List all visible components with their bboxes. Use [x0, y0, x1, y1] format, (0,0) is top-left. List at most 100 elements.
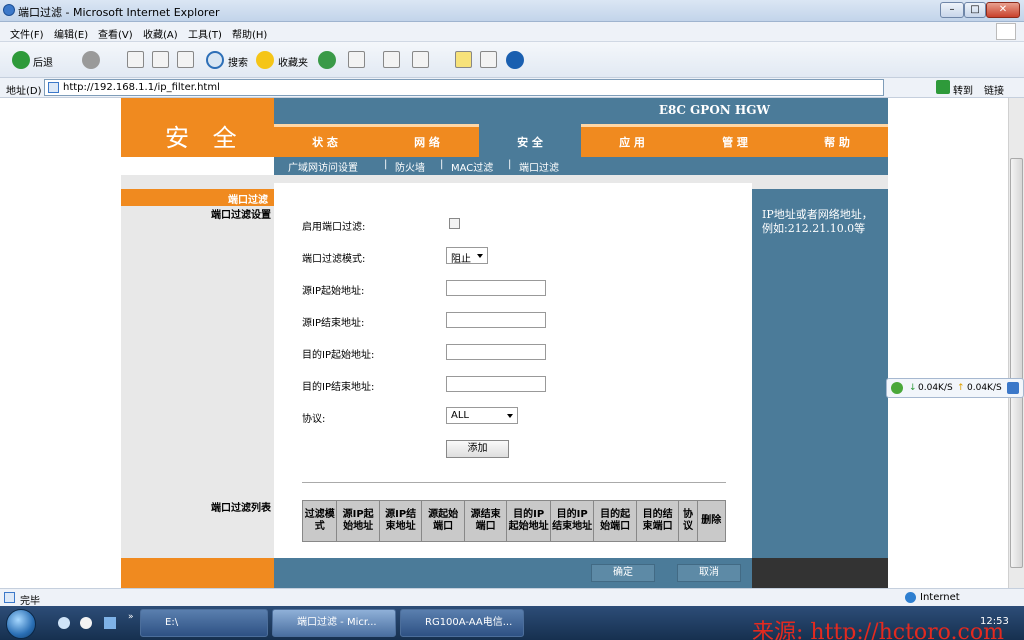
back-icon[interactable] [12, 51, 30, 69]
task-ie-window[interactable]: 端口过滤 - Micr... [272, 609, 396, 637]
history-icon[interactable] [318, 51, 336, 69]
address-label: 地址(D) [6, 86, 42, 97]
close-button[interactable]: ✕ [986, 2, 1020, 18]
col-dst-ip-start: 目的IP起始地址 [506, 500, 551, 542]
src-ip-start-input[interactable] [446, 280, 546, 296]
subnav-wan-access[interactable]: 广域网访问设置 [288, 159, 358, 174]
address-bar: 地址(D) http://192.168.1.1/ip_filter.html … [0, 78, 1024, 98]
col-src-port-start: 源起始端口 [421, 500, 465, 542]
nav-help[interactable]: 帮 助 [786, 124, 888, 157]
page-icon [48, 82, 59, 93]
subnav-port-filter[interactable]: 端口过滤 [519, 159, 559, 174]
links-button[interactable]: 链接 [984, 82, 1004, 97]
edit-icon[interactable] [412, 51, 429, 68]
filter-table: 过滤模式 源IP起始地址 源IP结束地址 源起始端口 源结束端口 目的IP起始地… [301, 500, 727, 542]
nav-application[interactable]: 应 用 [581, 124, 683, 157]
menu-edit[interactable]: 编辑(E) [54, 26, 88, 41]
footer-right [752, 558, 888, 588]
mode-label: 端口过滤模式: [302, 254, 366, 265]
cancel-button[interactable]: 取消 [677, 564, 741, 582]
left-menu-current-label[interactable]: 端口过滤 [228, 191, 268, 206]
section-logo: 安 全 [121, 98, 274, 157]
settings-heading: 端口过滤设置 [211, 210, 271, 221]
nav-security[interactable]: 安 全 [479, 124, 581, 157]
address-input[interactable]: http://192.168.1.1/ip_filter.html [44, 79, 884, 96]
notes-icon[interactable] [455, 51, 472, 68]
col-mode: 过滤模式 [301, 500, 338, 542]
scrollbar-thumb[interactable] [1010, 158, 1023, 568]
enable-checkbox[interactable] [449, 218, 460, 229]
research-icon[interactable] [480, 51, 497, 68]
stop-icon[interactable] [127, 51, 144, 68]
mode-select[interactable]: 阻止 [446, 247, 488, 265]
home-icon[interactable] [177, 51, 194, 68]
upload-arrow-icon: ↑ [957, 383, 965, 393]
minimize-button[interactable]: – [940, 2, 964, 18]
window-title: 端口过滤 - Microsoft Internet Explorer [18, 6, 220, 19]
nav-network[interactable]: 网 络 [376, 124, 478, 157]
menu-help[interactable]: 帮助(H) [232, 26, 267, 41]
bluetooth-icon[interactable] [506, 51, 524, 69]
enable-label: 启用端口过滤: [302, 222, 366, 233]
subnav-mac-filter[interactable]: MAC过滤 [451, 159, 493, 174]
task-document[interactable]: RG100A-AA电信... [400, 609, 524, 637]
menu-favorites[interactable]: 收藏(A) [143, 26, 178, 41]
nav-status[interactable]: 状 态 [274, 124, 376, 157]
divider [302, 482, 726, 483]
refresh-icon[interactable] [152, 51, 169, 68]
go-button[interactable]: 转到 [953, 82, 973, 97]
main-panel-top [274, 175, 752, 183]
subnav-bar [274, 157, 888, 175]
dst-ip-start-input[interactable] [446, 344, 546, 360]
subnav-separator: | [384, 159, 388, 170]
favorites-label[interactable]: 收藏夹 [278, 54, 308, 69]
menu-tools[interactable]: 工具(T) [188, 26, 222, 41]
net-speed-widget[interactable]: ↓ 0.04K/S ↑ 0.04K/S [886, 378, 1024, 398]
ok-button[interactable]: 确定 [591, 564, 655, 582]
help-panel-top [752, 175, 888, 189]
maximize-button[interactable]: □ [964, 2, 986, 18]
forward-icon[interactable] [82, 51, 100, 69]
clock[interactable]: 12:53 [980, 616, 1009, 627]
subnav-separator: | [440, 159, 444, 170]
protocol-select[interactable]: ALL [446, 407, 518, 424]
status-bar: 完毕 Internet [0, 588, 1024, 607]
mail-icon[interactable] [348, 51, 365, 68]
menu-file[interactable]: 文件(F) [10, 26, 44, 41]
back-label[interactable]: 后退 [33, 54, 53, 69]
address-url[interactable]: http://192.168.1.1/ip_filter.html [63, 82, 220, 93]
search-icon[interactable] [206, 51, 224, 69]
dst-ip-end-input[interactable] [446, 376, 546, 392]
product-name: E8C GPON HGW [658, 103, 770, 117]
col-dst-port-start: 目的起始端口 [593, 500, 637, 542]
menu-bar: 文件(F) 编辑(E) 查看(V) 收藏(A) 工具(T) 帮助(H) [0, 22, 1024, 42]
desktop-icon[interactable] [104, 617, 116, 629]
quicklaunch-more-icon[interactable]: » [128, 612, 134, 622]
favorites-star-icon[interactable] [256, 51, 274, 69]
chevron-down-icon [477, 254, 483, 258]
go-arrow-icon[interactable] [936, 80, 950, 94]
subnav-separator: | [508, 159, 512, 170]
search-label[interactable]: 搜索 [228, 54, 248, 69]
start-button[interactable] [6, 609, 36, 639]
subnav-firewall[interactable]: 防火墙 [395, 159, 425, 174]
print-icon[interactable] [383, 51, 400, 68]
windows-flag-icon [996, 23, 1016, 40]
list-heading: 端口过滤列表 [211, 503, 271, 514]
ie-quicklaunch-icon[interactable] [58, 617, 70, 629]
task-explorer[interactable]: E:\ [140, 609, 268, 637]
qq-icon[interactable] [80, 617, 92, 629]
page-viewport: 安 全 E8C GPON HGW 状 态 网 络 安 全 应 用 管 理 帮 助… [0, 98, 1008, 588]
watermark: 来源: http://hctoro.com [752, 620, 1004, 640]
menu-view[interactable]: 查看(V) [98, 26, 133, 41]
src-ip-end-input[interactable] [446, 312, 546, 328]
ie-logo-icon [3, 4, 15, 16]
vertical-scrollbar[interactable] [1008, 98, 1024, 588]
globe-icon [905, 592, 916, 603]
add-button[interactable]: 添加 [446, 440, 509, 458]
nav-management[interactable]: 管 理 [684, 124, 786, 157]
subnav-spacer [121, 157, 274, 175]
src-ip-end-label: 源IP结束地址: [302, 318, 365, 329]
left-menu-current[interactable]: 端口过滤 [121, 189, 274, 206]
src-ip-start-label: 源IP起始地址: [302, 286, 365, 297]
